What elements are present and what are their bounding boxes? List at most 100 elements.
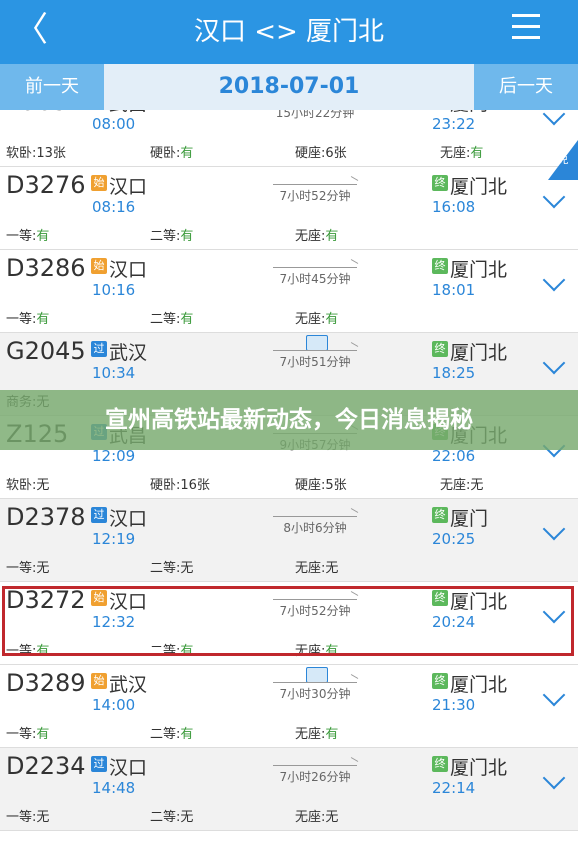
seat-label: 二等:	[150, 727, 181, 742]
train-row[interactable]: K903过武昌08:0015小时22分钟终厦门23:22软卧:13张硬卧:有硬座…	[0, 110, 578, 167]
train-number: K903	[6, 110, 68, 116]
chevron-down-icon[interactable]	[542, 766, 566, 790]
seat-value: 有	[325, 312, 339, 327]
departure-time: 10:16	[92, 281, 136, 299]
prev-day-button[interactable]: 前一天	[0, 64, 104, 110]
to-badge: 终	[432, 756, 448, 772]
seat-label: 硬座:	[295, 146, 326, 161]
arrival-time: 21:30	[432, 696, 476, 714]
menu-icon[interactable]	[512, 14, 540, 46]
chevron-down-icon[interactable]	[542, 185, 566, 209]
seat-label: 一等:	[6, 229, 37, 244]
seat-info: 无座:有	[295, 640, 338, 659]
seat-value: 有	[325, 727, 339, 742]
duration: 7小时52分钟	[279, 604, 351, 618]
departure-time: 14:00	[92, 696, 136, 714]
seat-label: 二等:	[150, 810, 181, 825]
train-row[interactable]: D2234 过汉口 14:48 7小时26分钟终厦门北 22:14 一等:无 二等:无 无座:…	[0, 748, 578, 831]
chevron-down-icon[interactable]	[542, 110, 566, 126]
seat-label: 二等:	[150, 229, 181, 244]
duration: 8小时6分钟	[283, 521, 347, 535]
train-row[interactable]: D3286 始汉口 10:16 7小时45分钟终厦门北 18:01 一等:有 二等:有 无座:…	[0, 250, 578, 333]
seat-info: 无座:无	[295, 806, 338, 825]
train-number: G2045	[6, 337, 86, 365]
train-number: D3272	[6, 586, 86, 614]
seat-label: 无座:	[295, 727, 326, 742]
seat-info: 二等:有	[150, 225, 193, 244]
train-number: D3276	[6, 171, 86, 199]
seat-info: 无座:有	[295, 723, 338, 742]
train-row[interactable]: D3276 始汉口 08:16 7小时52分钟终厦门北 16:08 一等:有 二等:有 无座:…	[0, 167, 578, 250]
duration: 15小时22分钟	[275, 110, 355, 120]
seat-value: 5张	[325, 478, 347, 493]
arrival-time: 18:01	[432, 281, 476, 299]
to-badge: 终	[432, 673, 448, 689]
arrival-station: 厦门北	[450, 176, 508, 198]
seat-info: 无座:有	[295, 308, 338, 327]
seat-value: 有	[180, 727, 194, 742]
seat-info: 软卧:13张	[6, 142, 66, 161]
arrival-time: 16:08	[432, 198, 476, 216]
next-day-button[interactable]: 后一天	[474, 64, 578, 110]
seat-info: 无座:无	[440, 474, 483, 493]
seat-label: 一等:	[6, 312, 37, 327]
seat-info: 一等:有	[6, 640, 49, 659]
to-badge: 终	[432, 175, 448, 191]
arrival-time: 18:25	[432, 364, 476, 382]
seat-value: 有	[325, 229, 339, 244]
seat-info: 二等:无	[150, 557, 193, 576]
chevron-down-icon[interactable]	[542, 351, 566, 375]
arrival-station: 厦门	[450, 508, 489, 530]
chevron-down-icon[interactable]	[542, 517, 566, 541]
seat-info: 二等:有	[150, 308, 193, 327]
seat-info: 硬卧:有	[150, 142, 193, 161]
seat-value: 有	[36, 229, 50, 244]
seat-label: 无座:	[295, 644, 326, 659]
seat-value: 有	[470, 146, 484, 161]
route-title: 汉口 <> 厦门北	[193, 17, 385, 47]
to-badge: 终	[432, 341, 448, 357]
arrival-time: 22:14	[432, 779, 476, 797]
to-badge: 终	[432, 258, 448, 274]
route-arrow	[273, 516, 357, 517]
from-badge: 始	[91, 673, 107, 689]
seat-value: 无	[36, 561, 50, 576]
chevron-down-icon[interactable]	[542, 600, 566, 624]
duration: 7小时26分钟	[279, 770, 351, 784]
seat-value: 6张	[325, 146, 347, 161]
date-bar: 前一天 2018-07-01 后一天	[0, 64, 578, 110]
departure-time: 08:16	[92, 198, 136, 216]
seat-info: 无座:有	[295, 225, 338, 244]
from-badge: 过	[91, 341, 107, 357]
departure-time: 08:00	[92, 115, 136, 133]
departure-time: 10:34	[92, 364, 136, 382]
seat-info: 硬座:6张	[295, 142, 347, 161]
train-row[interactable]: D3272 始汉口 12:32 7小时52分钟终厦门北 20:24 一等:有 二等:有 无座:…	[0, 582, 578, 665]
train-row[interactable]: D3289 始武汉 14:00 7小时30分钟终厦门北 21:30 一等:有 二等:有 无座:…	[0, 665, 578, 748]
seat-value: 有	[36, 644, 50, 659]
seat-label: 硬座:	[295, 478, 326, 493]
departure-station: 汉口	[109, 259, 148, 281]
seat-info: 硬卧:16张	[150, 474, 210, 493]
chevron-down-icon[interactable]	[542, 683, 566, 707]
seat-label: 无座:	[295, 810, 326, 825]
current-date[interactable]: 2018-07-01	[104, 64, 474, 110]
train-number: D3286	[6, 254, 86, 282]
seat-info: 无座:无	[295, 557, 338, 576]
to-badge: 终	[432, 507, 448, 523]
seat-value: 有	[180, 312, 194, 327]
chevron-down-icon[interactable]	[542, 268, 566, 292]
departure-time: 14:48	[92, 779, 136, 797]
seat-info: 硬座:5张	[295, 474, 347, 493]
train-row[interactable]: D2378 过汉口 12:19 8小时6分钟终厦门 20:25 一等:无 二等:无 无座:无	[0, 499, 578, 582]
departure-station: 汉口	[109, 176, 148, 198]
seat-value: 有	[180, 146, 194, 161]
duration: 7小时45分钟	[279, 272, 351, 286]
seat-info: 一等:有	[6, 308, 49, 327]
seat-label: 无座:	[295, 229, 326, 244]
seat-value: 13张	[36, 146, 66, 161]
route-arrow	[273, 267, 357, 268]
seat-value: 有	[36, 727, 50, 742]
seat-value: 无	[325, 561, 339, 576]
app-header: 〈 汉口 <> 厦门北	[0, 0, 578, 64]
